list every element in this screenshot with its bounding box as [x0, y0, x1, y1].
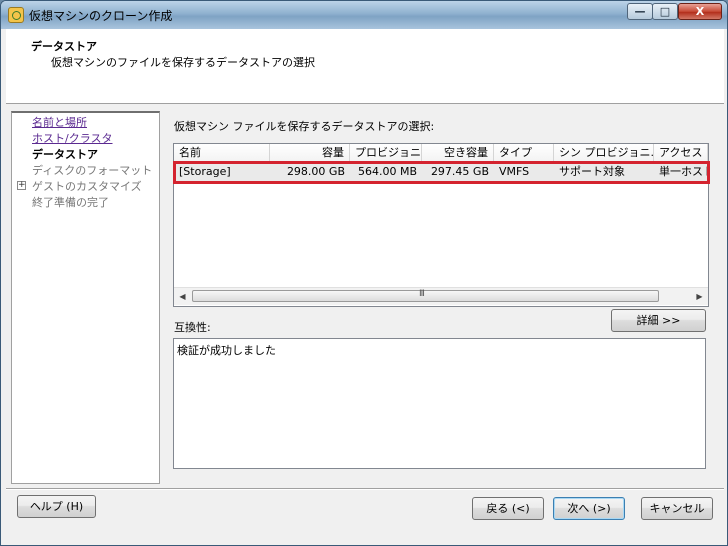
step-name-location[interactable]: 名前と場所	[32, 114, 87, 130]
close-button[interactable]: X	[678, 3, 722, 20]
horizontal-scrollbar[interactable]: ◀ III ▶	[174, 287, 708, 305]
minimize-icon: —	[634, 5, 646, 18]
step-ready-to-complete: 終了準備の完了	[32, 196, 109, 209]
compatibility-message-box: 検証が成功しました	[173, 338, 706, 469]
footer-divider	[6, 488, 724, 490]
details-button[interactable]: 詳細 >>	[611, 309, 706, 332]
column-header-provisioned[interactable]: プロビジョニ...	[350, 144, 422, 162]
datastore-prompt: 仮想マシン ファイルを保存するデータストアの選択:	[174, 120, 435, 133]
column-header-access[interactable]: アクセス	[654, 144, 708, 162]
maximize-icon: □	[659, 5, 671, 18]
column-header-capacity[interactable]: 容量	[270, 144, 350, 162]
next-button[interactable]: 次へ (>)	[553, 497, 625, 520]
title-bar[interactable]: 仮想マシンのクローン作成 — □ X	[1, 1, 727, 29]
wizard-steps: 名前と場所 ホスト/クラスタ データストア ディスクのフォーマット + ゲストの…	[11, 111, 160, 484]
column-header-free[interactable]: 空き容量	[422, 144, 494, 162]
scroll-left-icon[interactable]: ◀	[174, 288, 191, 305]
wizard-header: データストア 仮想マシンのファイルを保存するデータストアの選択	[6, 29, 724, 104]
window-title: 仮想マシンのクローン作成	[29, 9, 173, 23]
minimize-button[interactable]: —	[627, 3, 653, 20]
close-icon: X	[695, 5, 705, 18]
main-panel: 仮想マシン ファイルを保存するデータストアの選択: 名前 容量 プロビジョニ..…	[162, 107, 724, 484]
step-guest-customization: ゲストのカスタマイズ	[32, 180, 142, 193]
page-subtitle: 仮想マシンのファイルを保存するデータストアの選択	[51, 56, 315, 69]
maximize-button[interactable]: □	[652, 3, 678, 20]
step-datastore: データストア	[32, 148, 98, 161]
step-disk-format: ディスクのフォーマット	[32, 164, 153, 177]
column-header-thin-provisioning[interactable]: シン プロビジョニ...	[554, 144, 654, 162]
scroll-grip: III	[419, 289, 425, 299]
back-button[interactable]: 戻る (<)	[472, 497, 544, 520]
clone-vm-dialog: 仮想マシンのクローン作成 — □ X データストア 仮想マシンのファイルを保存す…	[0, 0, 728, 546]
compatibility-message: 検証が成功しました	[177, 344, 276, 357]
selection-highlight	[173, 161, 710, 184]
step-host-cluster[interactable]: ホスト/クラスタ	[32, 130, 113, 146]
scroll-right-icon[interactable]: ▶	[691, 288, 708, 305]
column-header-name[interactable]: 名前	[174, 144, 270, 162]
compatibility-label: 互換性:	[174, 321, 211, 334]
cancel-button[interactable]: キャンセル	[641, 497, 713, 520]
expand-icon[interactable]: +	[17, 181, 26, 190]
help-button[interactable]: ヘルプ (H)	[17, 495, 96, 518]
column-header-type[interactable]: タイプ	[494, 144, 554, 162]
page-title: データストア	[31, 40, 97, 53]
scroll-thumb[interactable]: III	[192, 289, 659, 302]
app-icon	[8, 7, 24, 23]
